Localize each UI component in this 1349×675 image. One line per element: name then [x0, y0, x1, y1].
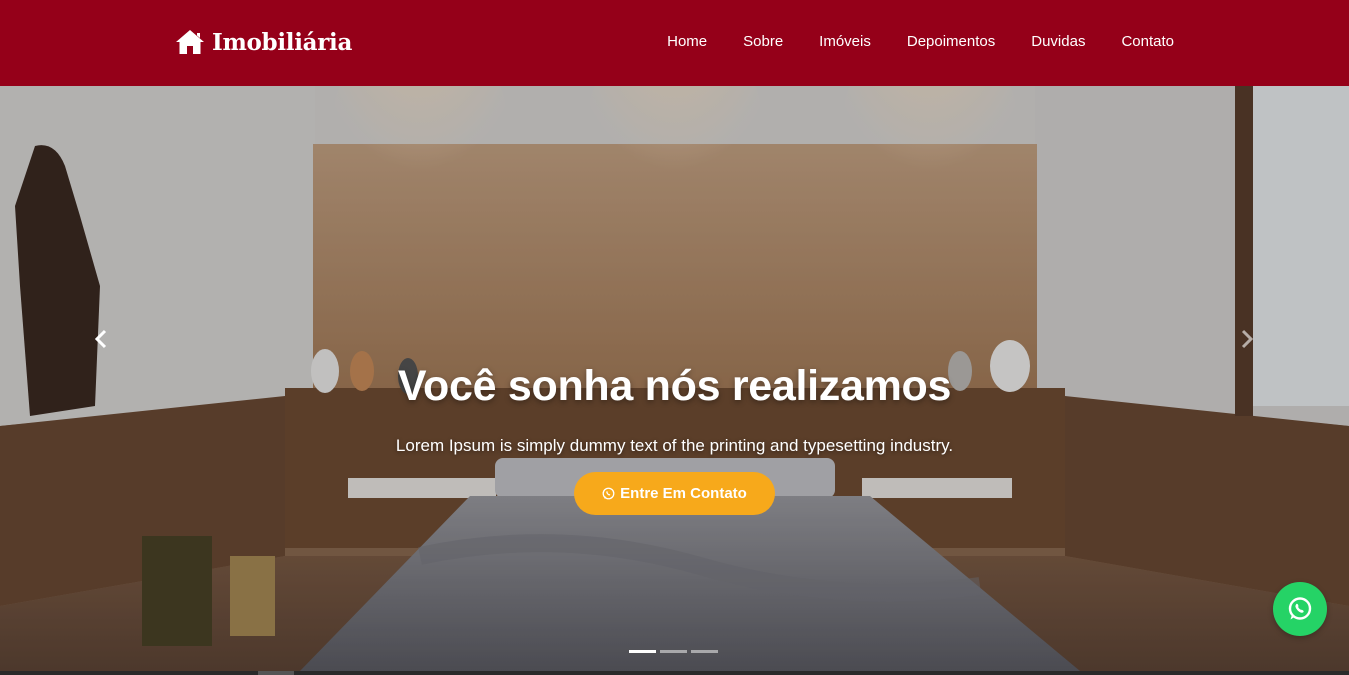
- nav-depoimentos[interactable]: Depoimentos: [907, 30, 995, 54]
- carousel-indicator-1[interactable]: [629, 650, 656, 653]
- hero-title: Você sonha nós realizamos: [397, 362, 952, 410]
- whatsapp-icon: [1288, 597, 1312, 620]
- carousel-prev-button[interactable]: [89, 324, 113, 354]
- navbar: Imobiliária Home Sobre Imóveis Depoiment…: [0, 0, 1349, 86]
- carousel-indicator-2[interactable]: [660, 650, 687, 653]
- chevron-right-icon: [1241, 329, 1254, 349]
- hero-carousel: Você sonha nós realizamos Lorem Ipsum is…: [0, 86, 1349, 671]
- carousel-next-button[interactable]: [1235, 324, 1259, 354]
- chevron-left-icon: [94, 329, 107, 349]
- nav-duvidas[interactable]: Duvidas: [1031, 30, 1085, 54]
- hero-subtitle: Lorem Ipsum is simply dummy text of the …: [395, 436, 954, 455]
- main-nav: Home Sobre Imóveis Depoimentos Duvidas C…: [631, 30, 1174, 54]
- brand-name: Imobiliária: [212, 28, 353, 56]
- carousel-indicators: [629, 650, 718, 653]
- contact-cta-button[interactable]: Entre Em Contato: [574, 472, 775, 515]
- whatsapp-float-button[interactable]: [1273, 582, 1327, 636]
- brand-logo[interactable]: Imobiliária: [175, 26, 352, 58]
- scrollbar-thumb[interactable]: [258, 671, 294, 675]
- nav-home[interactable]: Home: [667, 30, 707, 54]
- contact-cta-label: Entre Em Contato: [620, 485, 747, 502]
- nav-sobre[interactable]: Sobre: [743, 30, 783, 54]
- carousel-indicator-3[interactable]: [691, 650, 718, 653]
- whatsapp-icon: [602, 487, 615, 500]
- horizontal-scrollbar[interactable]: [0, 671, 1349, 675]
- nav-contato[interactable]: Contato: [1121, 30, 1174, 54]
- nav-imoveis[interactable]: Imóveis: [819, 30, 871, 54]
- home-icon: [176, 30, 204, 54]
